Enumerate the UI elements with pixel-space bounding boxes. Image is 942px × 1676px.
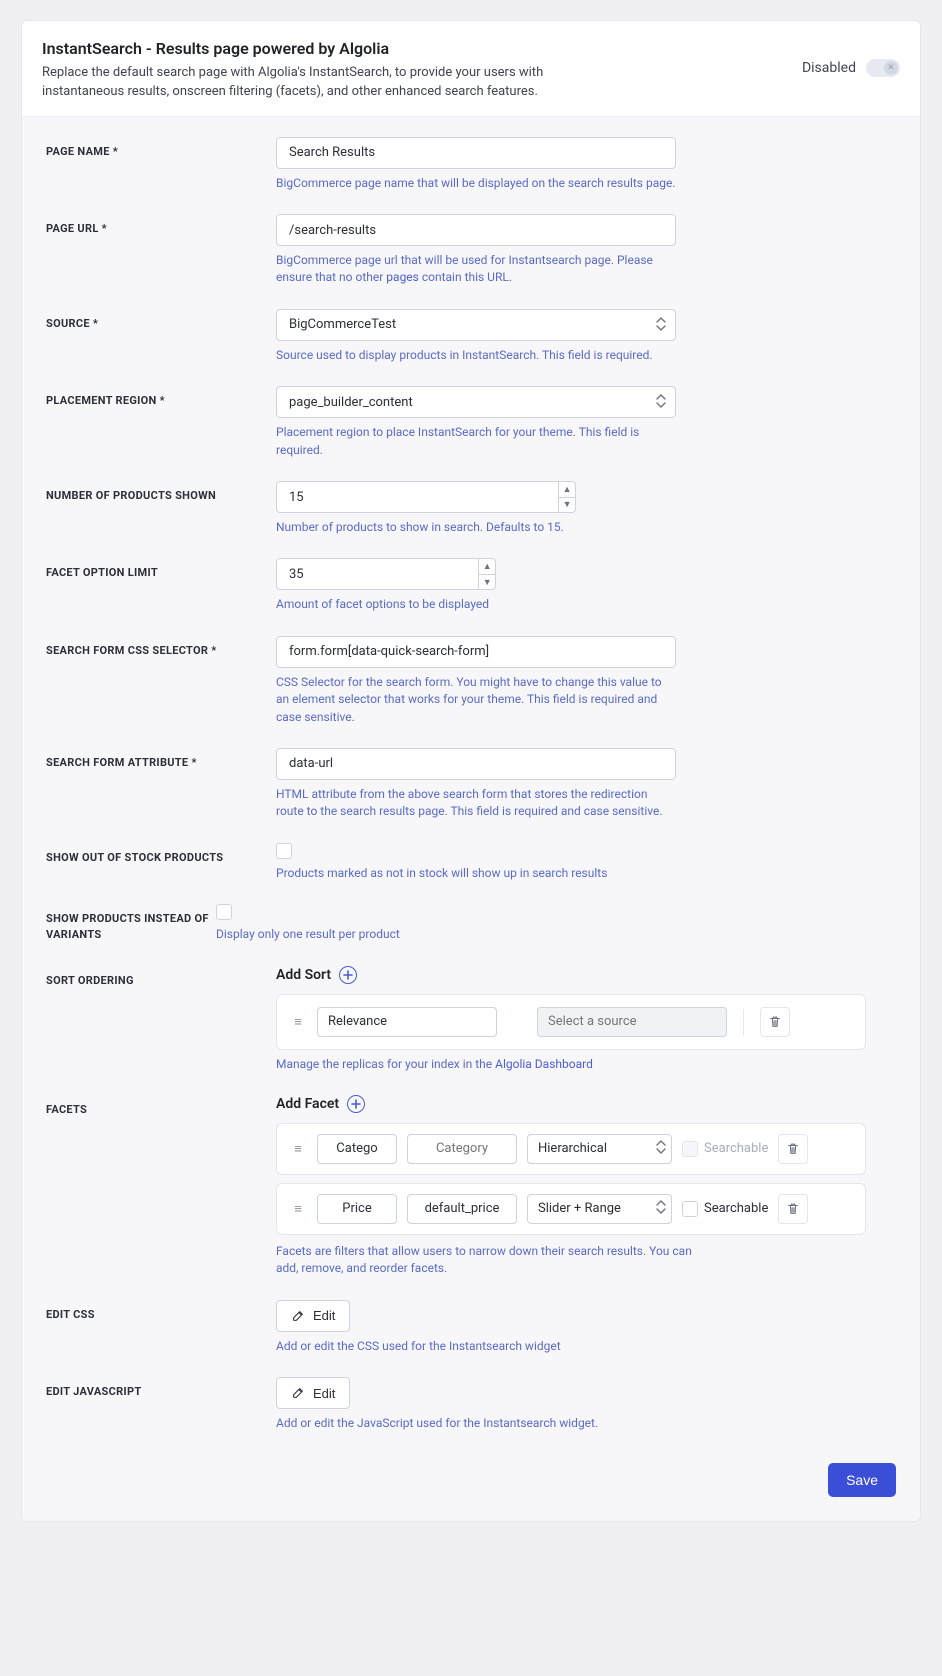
source-label: SOURCE *	[46, 309, 276, 331]
plus-icon	[351, 1099, 361, 1109]
pencil-icon	[291, 1309, 305, 1323]
placement-region-select[interactable]	[276, 386, 676, 418]
num-products-help: Number of products to show in search. De…	[276, 519, 676, 536]
save-button[interactable]: Save	[828, 1463, 896, 1497]
sort-source-select[interactable]	[537, 1007, 727, 1037]
facet-name-input[interactable]	[317, 1134, 397, 1164]
card-title: InstantSearch - Results page powered by …	[42, 39, 602, 58]
stepper-up[interactable]: ▲	[559, 482, 575, 498]
algolia-dashboard-link[interactable]: Algolia Dashboard	[495, 1057, 593, 1071]
source-select[interactable]	[276, 309, 676, 341]
delete-facet-button[interactable]	[778, 1134, 808, 1164]
facet-searchable-label: Searchable	[682, 1201, 768, 1217]
placement-region-help: Placement region to place InstantSearch …	[276, 424, 676, 459]
add-facet-heading: Add Facet	[276, 1096, 339, 1112]
facet-type-select[interactable]	[527, 1194, 672, 1224]
page-url-label: PAGE URL *	[46, 214, 276, 236]
facet-searchable-label: Searchable	[682, 1141, 768, 1157]
products-variants-label: SHOW PRODUCTS INSTEAD OF VARIANTS	[46, 904, 216, 942]
out-of-stock-checkbox[interactable]	[276, 843, 292, 859]
sort-name-input[interactable]	[317, 1007, 497, 1037]
facet-limit-label: FACET OPTION LIMIT	[46, 558, 276, 580]
edit-css-label: EDIT CSS	[46, 1300, 276, 1322]
out-of-stock-help: Products marked as not in stock will sho…	[276, 865, 676, 882]
delete-sort-button[interactable]	[760, 1007, 790, 1037]
settings-card: InstantSearch - Results page powered by …	[21, 20, 921, 1522]
products-variants-checkbox[interactable]	[216, 904, 232, 920]
facet-row: ≡ Searchable	[276, 1123, 866, 1175]
edit-css-help: Add or edit the CSS used for the Instant…	[276, 1338, 676, 1355]
page-name-label: PAGE NAME *	[46, 137, 276, 159]
css-selector-help: CSS Selector for the search form. You mi…	[276, 674, 676, 726]
facet-name-input[interactable]	[317, 1194, 397, 1224]
add-sort-heading: Add Sort	[276, 967, 331, 983]
num-products-input[interactable]	[276, 481, 559, 513]
stepper-down[interactable]: ▼	[479, 575, 495, 590]
status-label: Disabled	[802, 60, 856, 76]
edit-css-button[interactable]: Edit	[276, 1300, 350, 1332]
facet-limit-input[interactable]	[276, 558, 479, 590]
card-header: InstantSearch - Results page powered by …	[22, 21, 920, 116]
facet-limit-help: Amount of facet options to be displayed	[276, 596, 676, 613]
facet-row: ≡ Searchable	[276, 1183, 866, 1235]
page-url-input[interactable]	[276, 214, 676, 246]
facet-searchable-checkbox[interactable]	[682, 1201, 698, 1217]
pencil-icon	[291, 1386, 305, 1400]
edit-js-button[interactable]: Edit	[276, 1377, 350, 1409]
facet-attr-input[interactable]	[407, 1194, 517, 1224]
form-attr-input[interactable]	[276, 748, 676, 780]
products-variants-help: Display only one result per product	[216, 926, 616, 943]
add-sort-button[interactable]	[339, 966, 357, 984]
out-of-stock-label: SHOW OUT OF STOCK PRODUCTS	[46, 843, 276, 865]
page-name-input[interactable]	[276, 137, 676, 169]
facets-label: FACETS	[46, 1095, 276, 1117]
drag-handle-icon[interactable]: ≡	[289, 1141, 307, 1157]
source-help: Source used to display products in Insta…	[276, 347, 676, 364]
css-selector-input[interactable]	[276, 636, 676, 668]
css-selector-label: SEARCH FORM CSS SELECTOR *	[46, 636, 276, 658]
sort-help: Manage the replicas for your index in th…	[276, 1056, 676, 1073]
enable-toggle[interactable]: ✕	[866, 59, 900, 77]
drag-handle-icon[interactable]: ≡	[289, 1014, 307, 1030]
form-attr-help: HTML attribute from the above search for…	[276, 786, 676, 821]
stepper-up[interactable]: ▲	[479, 559, 495, 575]
facet-searchable-checkbox[interactable]	[682, 1141, 698, 1157]
facet-attr-input[interactable]	[407, 1134, 517, 1164]
trash-icon	[768, 1015, 782, 1029]
toggle-knob-x-icon: ✕	[884, 61, 898, 75]
add-facet-button[interactable]	[347, 1095, 365, 1113]
num-products-label: NUMBER OF PRODUCTS SHOWN	[46, 481, 276, 503]
facets-help: Facets are filters that allow users to n…	[276, 1243, 696, 1278]
stepper-down[interactable]: ▼	[559, 498, 575, 513]
card-body: PAGE NAME * BigCommerce page name that w…	[22, 116, 920, 1521]
edit-js-help: Add or edit the JavaScript used for the …	[276, 1415, 676, 1432]
delete-facet-button[interactable]	[778, 1194, 808, 1224]
trash-icon	[786, 1142, 800, 1156]
page-name-help: BigCommerce page name that will be displ…	[276, 175, 676, 192]
page-url-help: BigCommerce page url that will be used f…	[276, 252, 676, 287]
pages-link[interactable]: pages	[386, 270, 419, 284]
sort-ordering-label: SORT ORDERING	[46, 966, 276, 988]
facet-type-select[interactable]	[527, 1134, 672, 1164]
trash-icon	[786, 1202, 800, 1216]
card-description: Replace the default search page with Alg…	[42, 64, 602, 102]
edit-js-label: EDIT JAVASCRIPT	[46, 1377, 276, 1399]
drag-handle-icon[interactable]: ≡	[289, 1201, 307, 1217]
form-attr-label: SEARCH FORM ATTRIBUTE *	[46, 748, 276, 770]
plus-icon	[343, 970, 353, 980]
sort-panel: ≡	[276, 994, 866, 1050]
placement-region-label: PLACEMENT REGION *	[46, 386, 276, 408]
